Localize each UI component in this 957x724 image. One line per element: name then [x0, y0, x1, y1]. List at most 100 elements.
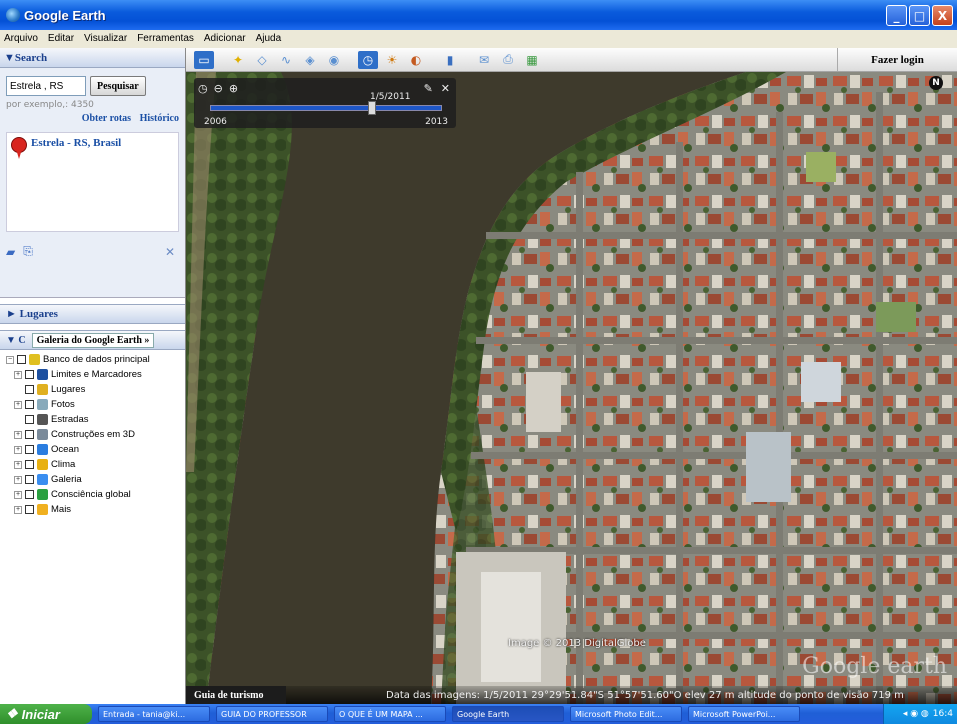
map-view[interactable]: ◷ ⊖ ⊕ ✎ ✕ 1/5/2011 2006 2013 N Image © 2… [186, 72, 957, 704]
layer-label: Construções em 3D [51, 429, 135, 440]
expand-toggle-icon[interactable]: + [14, 460, 22, 469]
record-tour-icon[interactable]: ◉ [324, 51, 344, 69]
layer-checkbox[interactable] [25, 445, 34, 454]
layer-icon [37, 384, 48, 395]
tray-icons[interactable]: ◂ ◉ ◍ [903, 709, 929, 719]
ruler-icon[interactable]: ▮ [440, 51, 460, 69]
historical-imagery-icon[interactable]: ◷ [358, 50, 378, 69]
historical-imagery-slider[interactable]: ◷ ⊖ ⊕ ✎ ✕ 1/5/2011 2006 2013 [194, 78, 456, 128]
zoom-in-icon[interactable]: ⊕ [229, 82, 238, 95]
gallery-button[interactable]: Galeria do Google Earth » [31, 332, 155, 348]
imagery-credit: Image © 2013 DigitalGlobe [508, 638, 646, 649]
search-result[interactable]: Estrela - RS, Brasil [6, 132, 179, 232]
search-hint: por exemplo,: 4350 [6, 100, 94, 110]
taskbar-item-active[interactable]: Google Earth [452, 706, 564, 722]
start-button[interactable]: ❖ Iniciar [0, 704, 92, 724]
layer-checkbox[interactable] [25, 460, 34, 469]
taskbar-item[interactable]: GUIA DO PROFESSOR [216, 706, 328, 722]
layer-checkbox[interactable] [25, 385, 34, 394]
layer-checkbox[interactable] [25, 370, 34, 379]
close-slider-icon[interactable]: ✕ [441, 82, 450, 95]
expand-toggle-icon[interactable]: + [14, 370, 22, 379]
layer-checkbox[interactable] [25, 475, 34, 484]
layer-item[interactable]: + Galeria [6, 472, 183, 487]
menu-edit[interactable]: Editar [48, 33, 74, 44]
satellite-imagery [186, 72, 957, 704]
layer-item[interactable]: − Banco de dados principal [6, 352, 183, 367]
search-panel: Pesquisar por exemplo,: 4350 Obter rotas… [0, 68, 185, 298]
history-link[interactable]: Histórico [140, 113, 179, 124]
layer-item[interactable]: + Consciência global [6, 487, 183, 502]
north-compass-icon[interactable]: N [929, 76, 943, 90]
folder-icon[interactable]: ▰ [6, 245, 15, 259]
layer-icon [29, 354, 40, 365]
search-button[interactable]: Pesquisar [90, 76, 146, 96]
taskbar-item[interactable]: Microsoft PowerPoi... [688, 706, 800, 722]
layer-item[interactable]: + Limites e Marcadores [6, 367, 183, 382]
sunlight-icon[interactable]: ☀ [382, 51, 402, 69]
windows-taskbar: ❖ Iniciar Entrada - tania@ki... GUIA DO … [0, 704, 957, 724]
polygon-icon[interactable]: ◇ [252, 51, 272, 69]
layer-checkbox[interactable] [25, 505, 34, 514]
sidebar-toggle-icon[interactable]: ▭ [194, 50, 214, 69]
layer-item[interactable]: + Construções em 3D [6, 427, 183, 442]
expand-toggle-icon[interactable]: + [14, 475, 22, 484]
layers-title[interactable]: ▼ C [6, 335, 26, 346]
slider-track[interactable] [210, 105, 442, 111]
expand-toggle-icon[interactable]: + [14, 430, 22, 439]
expand-toggle-icon [14, 416, 22, 424]
layer-item[interactable]: + Fotos [6, 397, 183, 412]
expand-toggle-icon[interactable]: − [6, 355, 14, 364]
menu-tools[interactable]: Ferramentas [137, 33, 194, 44]
slider-thumb[interactable] [368, 101, 376, 115]
clock-icon[interactable]: ◷ [198, 82, 208, 95]
wrench-icon[interactable]: ✎ [424, 82, 433, 95]
title-bar[interactable]: Google Earth _ □ X [0, 0, 957, 30]
maximize-button[interactable]: □ [909, 5, 930, 26]
image-overlay-icon[interactable]: ◈ [300, 51, 320, 69]
expand-toggle-icon[interactable]: + [14, 490, 22, 499]
layer-item[interactable]: Lugares [6, 382, 183, 397]
search-input[interactable] [6, 76, 86, 96]
layer-checkbox[interactable] [17, 355, 26, 364]
minimize-button[interactable]: _ [886, 5, 907, 26]
layer-checkbox[interactable] [25, 430, 34, 439]
taskbar-item[interactable]: O QUE É UM MAPA ... [334, 706, 446, 722]
expand-toggle-icon[interactable]: + [14, 505, 22, 514]
get-directions-link[interactable]: Obter rotas [82, 113, 131, 124]
menu-add[interactable]: Adicionar [204, 33, 246, 44]
window-controls: _ □ X [886, 5, 953, 26]
expand-toggle-icon[interactable]: + [14, 445, 22, 454]
email-icon[interactable]: ✉ [474, 51, 494, 69]
layer-item[interactable]: + Clima [6, 457, 183, 472]
menu-help[interactable]: Ajuda [256, 33, 282, 44]
layer-checkbox[interactable] [25, 400, 34, 409]
close-button[interactable]: X [932, 5, 953, 26]
taskbar-item[interactable]: Microsoft Photo Edit... [570, 706, 682, 722]
search-panel-header[interactable]: ▼Search [0, 48, 185, 68]
places-panel-header[interactable]: ► Lugares [0, 304, 185, 324]
layer-icon [37, 459, 48, 470]
copy-icon[interactable]: ⎘ [23, 244, 33, 259]
path-icon[interactable]: ∿ [276, 51, 296, 69]
tour-guide-button[interactable]: Guia de turismo [186, 686, 286, 704]
layer-checkbox[interactable] [25, 490, 34, 499]
placemark-icon[interactable]: ✦ [228, 51, 248, 69]
planets-icon[interactable]: ◐ [406, 51, 426, 69]
layer-item[interactable]: + Mais [6, 502, 183, 517]
menu-file[interactable]: Arquivo [4, 33, 38, 44]
login-button[interactable]: Fazer login [837, 48, 957, 71]
print-icon[interactable]: ⎙ [498, 51, 518, 69]
layer-item[interactable]: + Ocean [6, 442, 183, 457]
layer-icon [37, 369, 48, 380]
expand-toggle-icon[interactable]: + [14, 400, 22, 409]
google-maps-icon[interactable]: ▦ [522, 51, 542, 69]
menu-view[interactable]: Visualizar [84, 33, 127, 44]
result-title[interactable]: Estrela - RS, Brasil [31, 137, 121, 227]
taskbar-item[interactable]: Entrada - tania@ki... [98, 706, 210, 722]
layer-item[interactable]: Estradas [6, 412, 183, 427]
zoom-out-icon[interactable]: ⊖ [214, 82, 223, 95]
layer-checkbox[interactable] [25, 415, 34, 424]
clear-search-icon[interactable]: ✕ [165, 245, 175, 259]
layer-label: Fotos [51, 399, 75, 410]
